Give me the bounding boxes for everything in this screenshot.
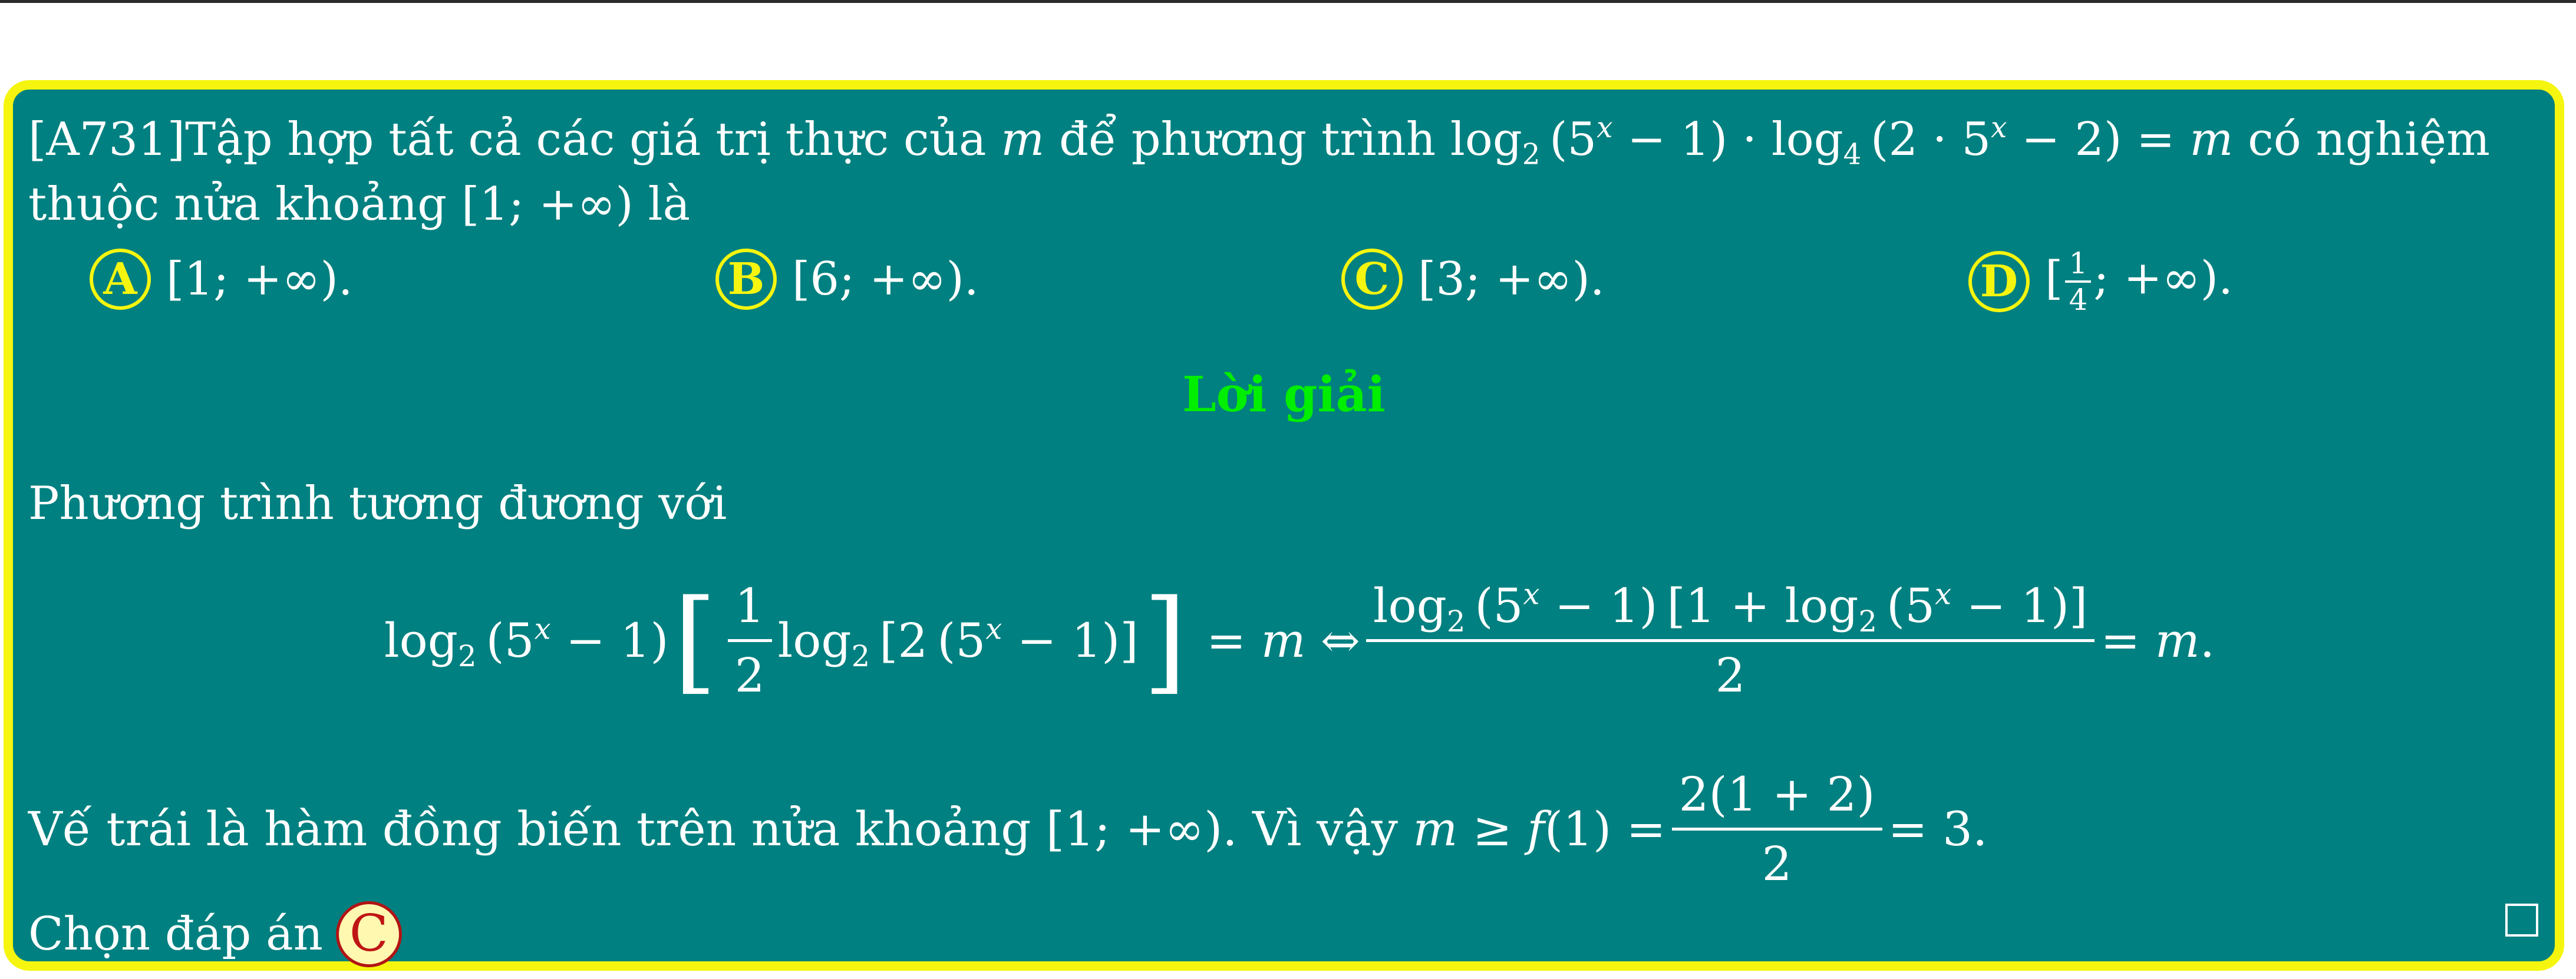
conclusion-result: = 3.	[1888, 802, 1988, 856]
half-fraction: 12	[727, 578, 772, 703]
question-stem-start: Tập hợp tất cả các giá trị thực của	[185, 113, 987, 166]
solution-intro: Phương trình tương đương với	[28, 477, 727, 530]
conclusion-text: Vế trái là hàm đồng biến trên nửa khoảng…	[28, 802, 1399, 856]
conclusion-fraction: 2(1 + 2) 2	[1671, 767, 1882, 891]
qed-square	[2505, 904, 2538, 937]
conclusion-line: Vế trái là hàm đồng biến trên nửa khoảng…	[28, 767, 1987, 891]
eq-lhs-log: log2 (5x − 1)	[384, 611, 669, 673]
choice-b-badge: B	[715, 249, 777, 310]
eq-equals-m: = m ⇔	[1191, 613, 1360, 668]
eq-inner-log: log2 [2 (5x − 1)]	[777, 611, 1139, 673]
choice-c-badge: C	[1341, 249, 1403, 310]
choice-a-text: [1; +∞).	[166, 253, 353, 306]
right-bracket: ]	[1143, 575, 1187, 706]
choice-d-text: [1 4; +∞).	[2045, 246, 2233, 317]
final-answer-line: Chọn đáp án C	[28, 901, 402, 967]
conclusion-math: m ≥ f(1) =	[1413, 802, 1666, 856]
question-line-2: thuộc nửa khoảng [1; +∞) là	[28, 178, 691, 231]
exercise-box: [A731]Tập hợp tất cả các giá trị thực củ…	[4, 80, 2564, 971]
question-stem-mid: để phương trình	[1059, 113, 1436, 166]
choice-a-badge: A	[90, 249, 151, 310]
choice-c[interactable]: C [3; +∞).	[1341, 249, 1605, 310]
choice-b-text: [6; +∞).	[792, 253, 979, 306]
question-id: [A731]	[28, 113, 186, 166]
solution-heading: Lời giải	[1182, 366, 1386, 423]
final-text: Chọn đáp án	[28, 908, 323, 961]
choice-d-badge: D	[1968, 251, 2030, 312]
question-line-1: [A731]Tập hợp tất cả các giá trị thực củ…	[28, 114, 2490, 169]
top-rule	[0, 0, 2576, 3]
choice-b[interactable]: B [6; +∞).	[715, 249, 979, 310]
question-stem-end: có nghiệm	[2248, 113, 2491, 166]
choice-a[interactable]: A [1; +∞).	[90, 249, 353, 310]
question-equation: log2 (5x − 1) · log4 (2 · 5x − 2) = m	[1450, 111, 2234, 171]
choice-c-text: [3; +∞).	[1418, 253, 1605, 306]
display-equation: log2 (5x − 1) [ 12 log2 [2 (5x − 1)] ] =…	[384, 578, 2215, 703]
eq-final-m: = m.	[2100, 613, 2215, 668]
rhs-fraction: log2 (5x − 1) [1 + log2 (5x − 1)] 2	[1365, 578, 2095, 703]
var-m: m	[1001, 113, 1045, 166]
left-bracket: [	[673, 575, 717, 706]
final-answer-badge: C	[335, 901, 402, 967]
choice-d[interactable]: D [1 4; +∞).	[1968, 249, 2233, 315]
